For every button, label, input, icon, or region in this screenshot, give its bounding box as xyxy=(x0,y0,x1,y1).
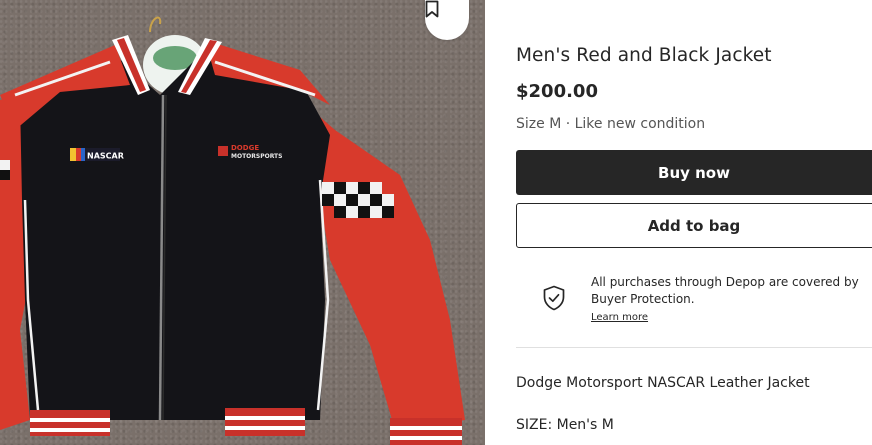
nascar-logo: NASCAR xyxy=(70,148,124,161)
learn-more-link[interactable]: Learn more xyxy=(591,311,648,325)
product-photo[interactable]: NASCAR DODGE MOTORSPORTS xyxy=(0,0,485,445)
bookmark-icon xyxy=(425,0,439,18)
product-price: $200.00 xyxy=(516,81,598,102)
product-title: Men's Red and Black Jacket xyxy=(516,45,772,66)
jacket-image: NASCAR DODGE MOTORSPORTS xyxy=(0,16,465,445)
buyer-protection: All purchases through Depop are covered … xyxy=(591,274,872,325)
svg-text:MOTORSPORTS: MOTORSPORTS xyxy=(231,153,282,160)
description-size: SIZE: Men's M xyxy=(516,417,614,433)
product-details: Men's Red and Black Jacket $200.00 Size … xyxy=(516,0,872,445)
svg-text:DODGE: DODGE xyxy=(231,144,259,152)
shield-check-icon xyxy=(543,285,565,311)
divider xyxy=(516,347,872,348)
description-line: Dodge Motorsport NASCAR Leather Jacket xyxy=(516,375,810,391)
svg-text:NASCAR: NASCAR xyxy=(87,152,124,161)
product-meta: Size M · Like new condition xyxy=(516,116,706,132)
buyer-protection-text: All purchases through Depop are covered … xyxy=(591,275,859,306)
add-to-bag-button[interactable]: Add to bag xyxy=(516,203,872,248)
buy-now-button[interactable]: Buy now xyxy=(516,150,872,195)
